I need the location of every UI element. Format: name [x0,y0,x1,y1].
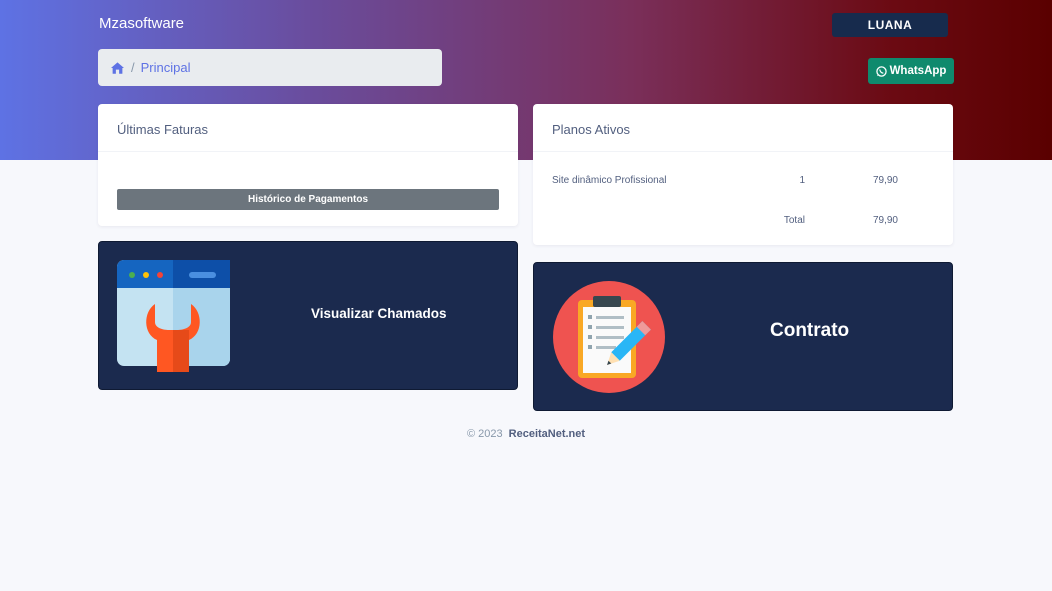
plan-quantity: 1 [799,175,805,186]
whatsapp-button[interactable]: WhatsApp [868,58,954,84]
breadcrumb-current[interactable]: Principal [141,60,191,75]
visualizar-chamados-card[interactable]: Visualizar Chamados [98,241,518,390]
brand-name[interactable]: Mzasoftware [99,15,184,32]
footer-company-link[interactable]: ReceitaNet.net [509,428,585,440]
total-label: Total [783,215,805,226]
planos-ativos-card: Planos Ativos Site dinâmico Profissional… [533,104,953,245]
whatsapp-label: WhatsApp [889,65,947,77]
ultimas-faturas-title: Últimas Faturas [98,104,518,152]
visualizar-chamados-label[interactable]: Visualizar Chamados [311,306,447,321]
plan-name: Site dinâmico Profissional [552,175,667,186]
historico-pagamentos-button[interactable]: Histórico de Pagamentos [117,189,499,210]
breadcrumb: / Principal [98,49,442,86]
user-button[interactable]: LUANA [832,13,948,37]
plan-price: 79,90 [872,175,898,186]
footer: © 2023 ReceitaNet.net [0,428,1052,440]
whatsapp-icon [875,65,887,77]
contrato-card[interactable]: Contrato [533,262,953,411]
contrato-label[interactable]: Contrato [770,320,849,342]
clipboard-pencil-icon [553,281,665,393]
planos-ativos-title: Planos Ativos [533,104,953,152]
breadcrumb-separator: / [131,60,135,75]
ultimas-faturas-card: Últimas Faturas Histórico de Pagamentos [98,104,518,226]
browser-wrench-icon [117,260,230,372]
home-icon[interactable] [111,61,124,74]
total-value: 79,90 [872,215,898,226]
footer-copyright: © 2023 [466,428,503,440]
